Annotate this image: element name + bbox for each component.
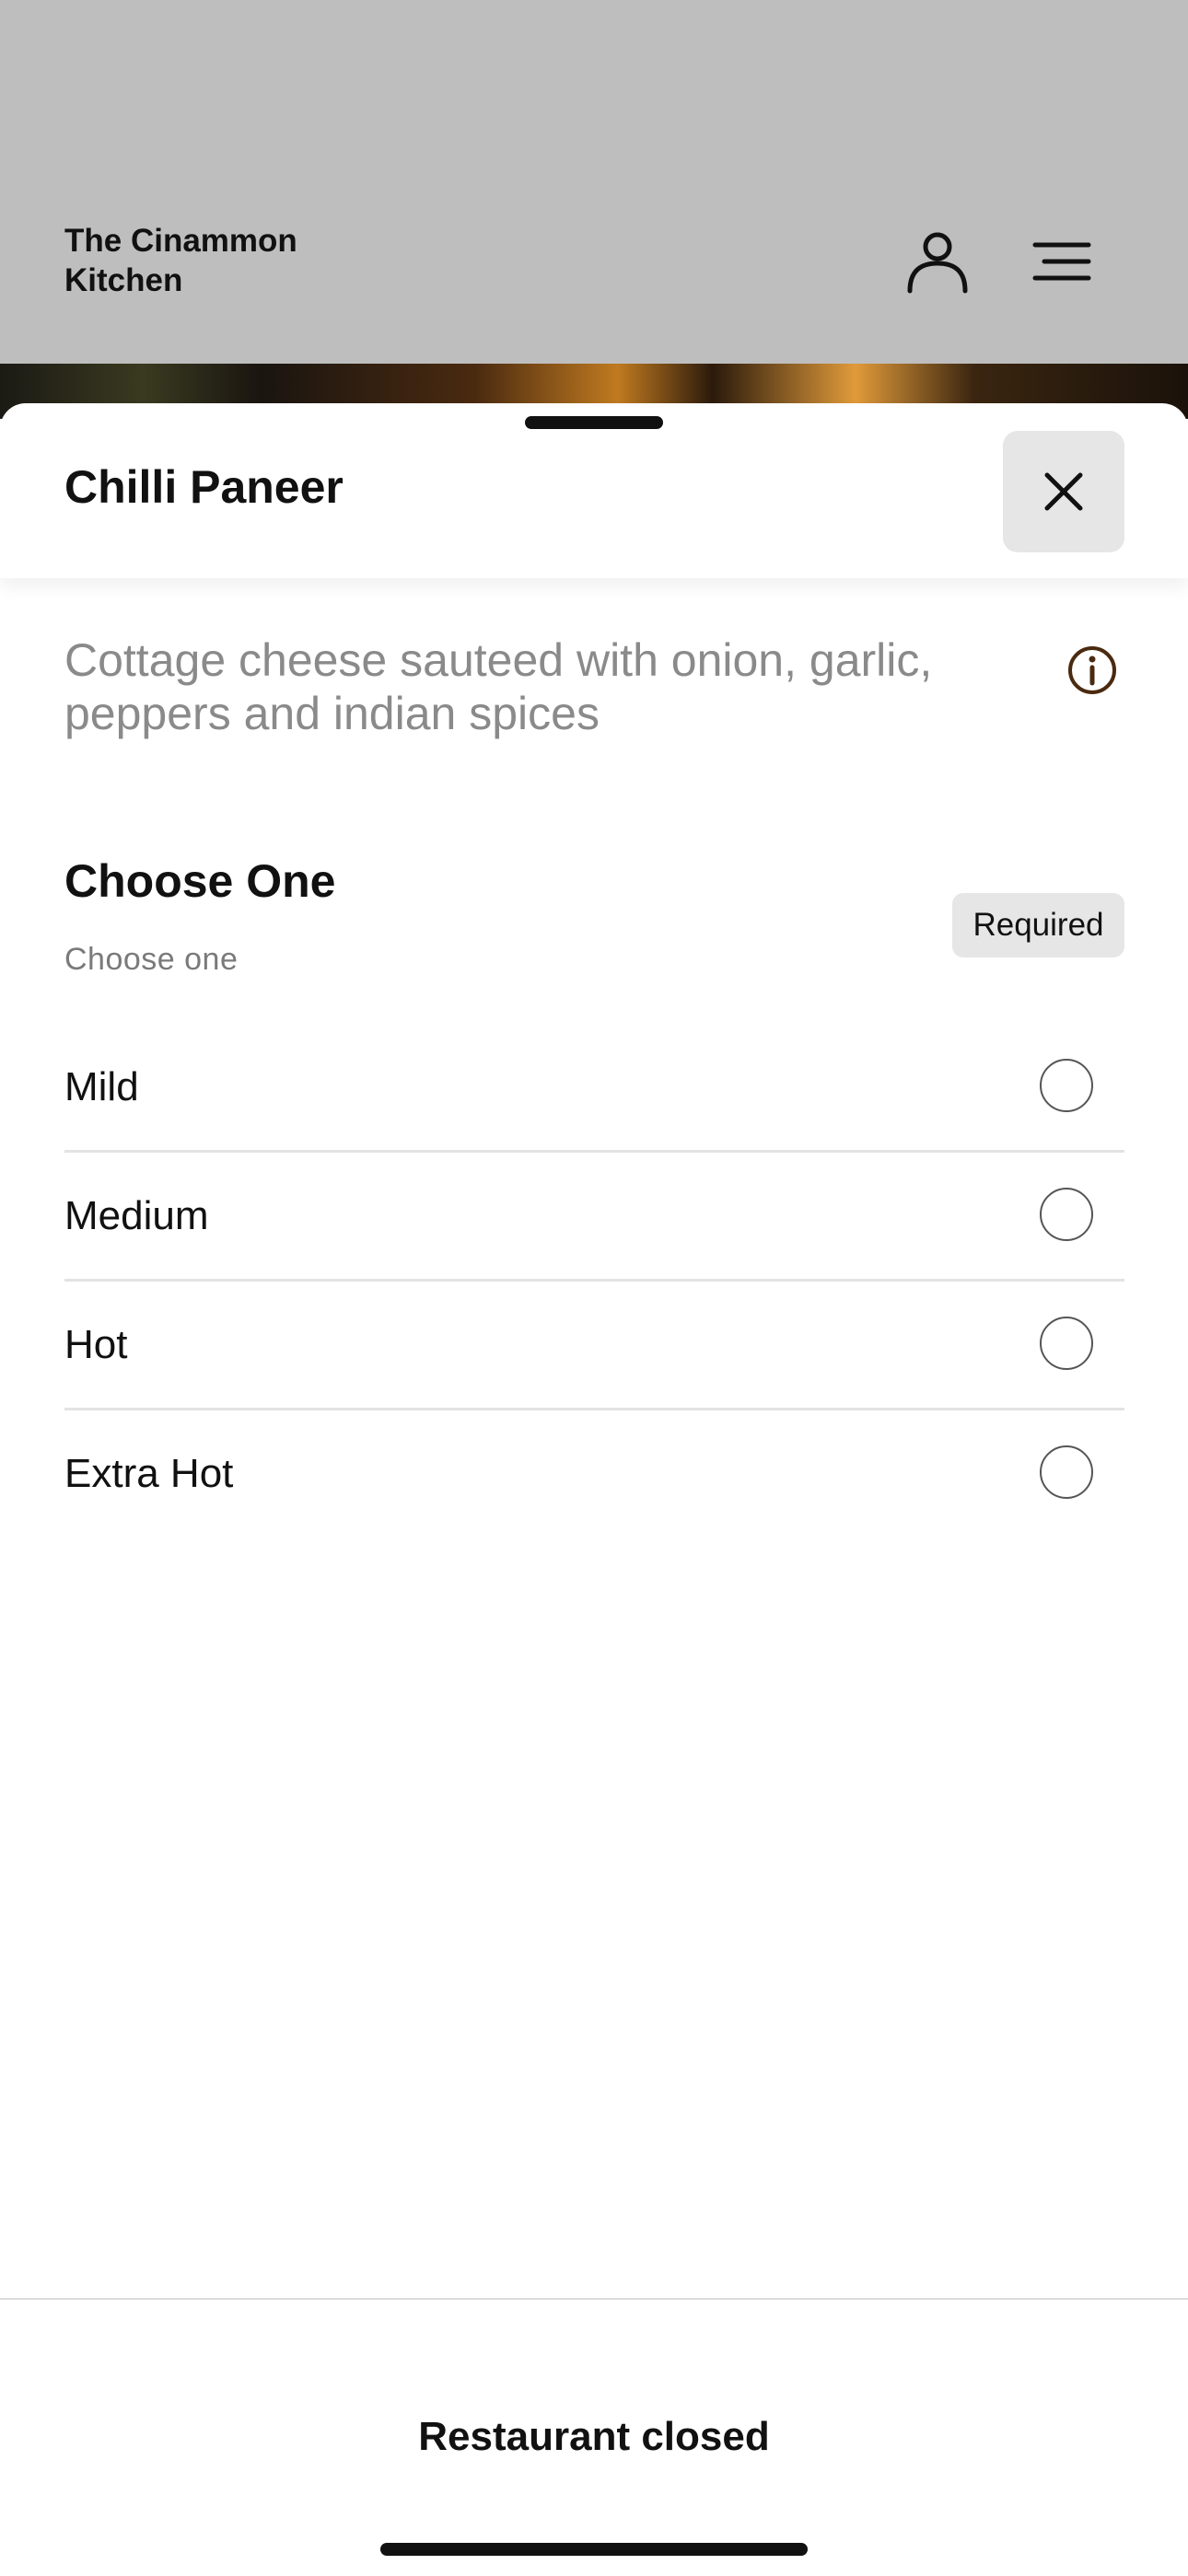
- user-icon[interactable]: [904, 228, 971, 295]
- option-hot[interactable]: Hot: [64, 1282, 1124, 1410]
- close-icon: [1044, 472, 1083, 511]
- option-label: Hot: [64, 1322, 128, 1367]
- home-indicator: [380, 2543, 808, 2556]
- option-extra-hot[interactable]: Extra Hot: [64, 1410, 1124, 1539]
- close-button[interactable]: [1003, 431, 1124, 552]
- option-medium[interactable]: Medium: [64, 1153, 1124, 1282]
- required-badge: Required: [952, 893, 1124, 957]
- modifier-options: Mild Medium Hot Extra Hot: [64, 1024, 1124, 1539]
- option-label: Medium: [64, 1193, 209, 1238]
- radio-button[interactable]: [1040, 1445, 1093, 1499]
- menu-icon[interactable]: [1031, 241, 1092, 282]
- item-detail-sheet: Chilli Paneer Cottage cheese sauteed wit…: [0, 403, 1188, 2574]
- radio-button[interactable]: [1040, 1317, 1093, 1370]
- restaurant-name[interactable]: The Cinammon Kitchen: [64, 221, 297, 300]
- radio-button[interactable]: [1040, 1059, 1093, 1112]
- sheet-footer: Restaurant closed: [0, 2298, 1188, 2576]
- option-mild[interactable]: Mild: [64, 1024, 1124, 1153]
- option-label: Mild: [64, 1064, 139, 1109]
- item-description: Cottage cheese sauteed with onion, garli…: [64, 634, 933, 739]
- restaurant-status: Restaurant closed: [418, 2414, 770, 2459]
- radio-button[interactable]: [1040, 1188, 1093, 1241]
- modifier-group-title: Choose One: [64, 855, 336, 907]
- modifier-group-subtitle: Choose one: [64, 942, 239, 977]
- option-label: Extra Hot: [64, 1451, 234, 1496]
- info-icon[interactable]: [1066, 644, 1118, 696]
- sheet-header: Chilli Paneer: [0, 403, 1188, 578]
- item-title: Chilli Paneer: [64, 461, 344, 513]
- page-header: The Cinammon Kitchen: [0, 0, 1188, 364]
